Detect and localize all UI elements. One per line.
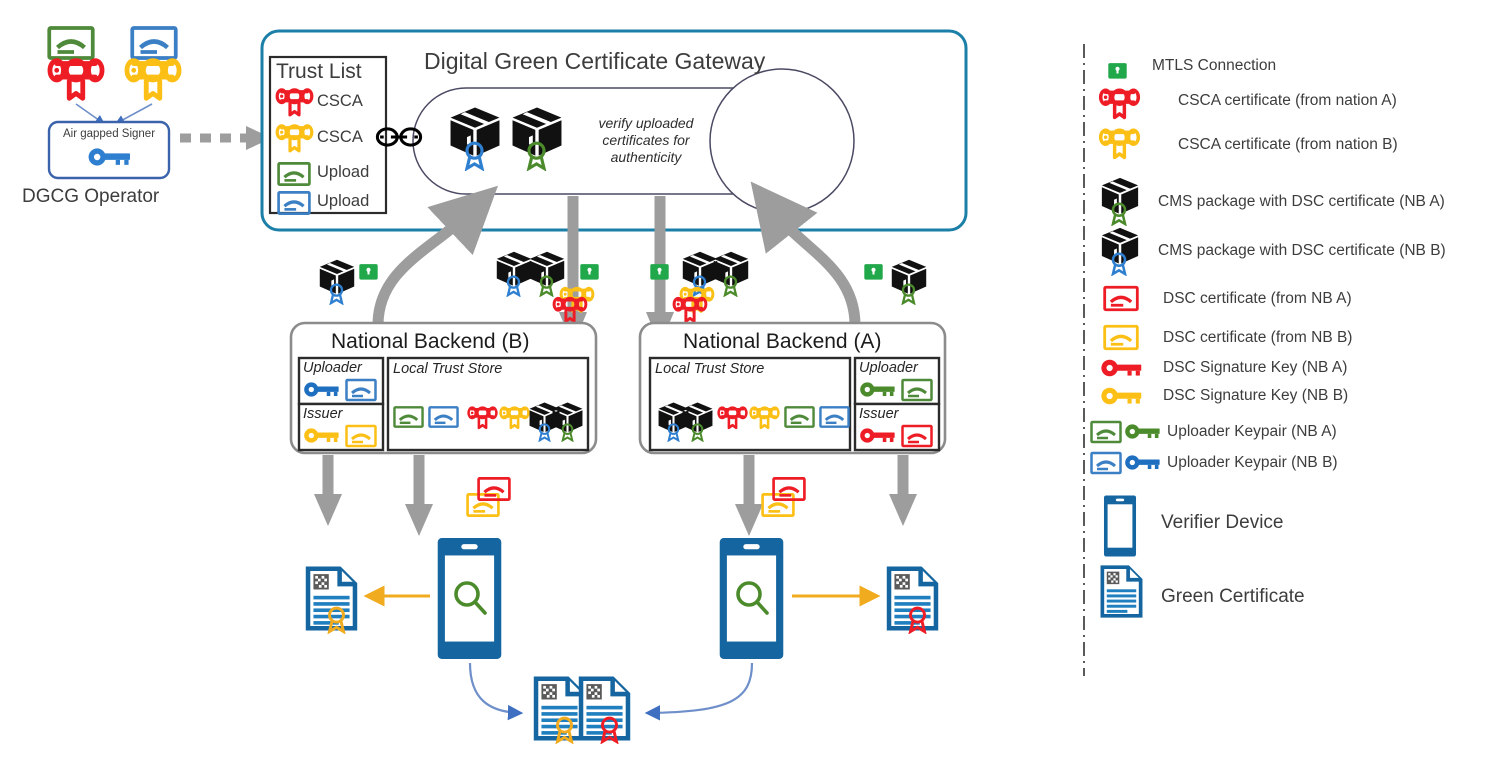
legend-icons <box>1090 55 1160 618</box>
red-dsc-certificate-icon <box>772 476 806 502</box>
trust-store-label-b: Local Trust Store <box>393 361 503 377</box>
verifier-device-icon <box>719 538 784 659</box>
red-dsc-certificate-icon <box>1103 285 1139 312</box>
verify-note-line-0: verify uploaded <box>598 115 694 131</box>
trust-list-item-1: CSCA <box>317 128 363 146</box>
yellow-dsc-certificate-icon <box>1103 324 1139 351</box>
backend-to-device-flows <box>322 455 909 510</box>
diagram-canvas: DGCG Operator Air gapped Signer Digital … <box>0 0 1505 784</box>
green-upload-certificate-icon <box>49 28 93 58</box>
legend-label-0: MTLS Connection <box>1152 57 1277 74</box>
operator-group <box>49 28 179 180</box>
air-gapped-signer-label: Air gapped Signer <box>62 128 156 140</box>
verify-note-line-1: certificates for <box>602 132 690 148</box>
red-dsc-certificate-icon <box>477 476 511 502</box>
uploader-label-a: Uploader <box>859 360 918 376</box>
cms-package-blue-seal-icon <box>496 251 532 286</box>
backend-a-title: National Backend (A) <box>683 330 882 353</box>
green-certificate-icon <box>1100 565 1143 618</box>
verify-note-line-2: authenticity <box>610 149 682 165</box>
legend-label-7: DSC Signature Key (NB A) <box>1163 359 1348 376</box>
flow-b-upload <box>372 185 499 326</box>
share-arrow-left <box>468 662 524 721</box>
cms-package-blue-seal-icon <box>1101 227 1139 264</box>
yellow-dsc-certificate-icon <box>466 492 500 518</box>
red-csca-scroll-icon <box>50 61 102 99</box>
yellow-key-icon <box>1101 387 1142 405</box>
legend-label-4: CMS package with DSC certificate (NB B) <box>1158 242 1446 259</box>
verifier-device-icon <box>1103 495 1137 557</box>
cms-package-green-seal-icon <box>713 251 749 286</box>
flow-a-upload <box>750 181 861 326</box>
yellow-csca-scroll-icon <box>1098 128 1141 160</box>
issuer-label-a: Issuer <box>859 406 899 422</box>
cms-package-green-seal-icon <box>1101 177 1139 214</box>
red-key-icon <box>1101 359 1142 377</box>
trust-store-label-a: Local Trust Store <box>655 361 765 377</box>
cms-package-blue-seal-icon <box>319 259 355 294</box>
side-certificates <box>308 569 936 633</box>
blue-upload-certificate-icon <box>1090 451 1122 475</box>
yellow-csca-scroll-icon <box>127 61 179 99</box>
cms-package-green-seal-icon <box>891 259 927 294</box>
green-padlock-icon <box>1108 55 1127 79</box>
gateway-verify-note: verify uploaded certificates for authent… <box>586 115 706 166</box>
legend-label-11: Verifier Device <box>1161 512 1284 533</box>
operator-name: DGCG Operator <box>22 186 160 207</box>
verifier-device-icon <box>437 538 502 659</box>
trust-list-item-2: Upload <box>317 163 370 181</box>
share-arrow-right <box>644 662 754 721</box>
gateway-title: Digital Green Certificate Gateway <box>424 48 766 74</box>
legend-label-10: Uploader Keypair (NB B) <box>1167 454 1338 471</box>
blue-upload-certificate-icon <box>132 28 176 58</box>
legend-label-6: DSC certificate (from NB B) <box>1163 329 1353 346</box>
cms-package-green-seal-icon <box>529 251 565 286</box>
green-upload-certificate-icon <box>1090 420 1122 444</box>
green-key-icon <box>1125 424 1160 439</box>
red-csca-scroll-icon <box>1098 88 1141 120</box>
issuer-label-b: Issuer <box>303 406 343 422</box>
backend-b-title: National Backend (B) <box>331 330 530 353</box>
yellow-dsc-certificate-icon <box>761 492 795 518</box>
signer-input-arrow-a <box>75 103 105 125</box>
trust-list-item-0: CSCA <box>317 92 363 110</box>
signer-input-arrow-b <box>114 103 153 125</box>
signer-to-gateway-arrow <box>180 126 272 150</box>
verifier-devices <box>437 538 784 659</box>
green-padlock-icon <box>359 256 378 280</box>
green-padlock-icon <box>864 256 883 280</box>
legend-label-9: Uploader Keypair (NB A) <box>1167 423 1337 440</box>
cms-package-blue-seal-icon <box>682 251 718 286</box>
legend-label-8: DSC Signature Key (NB B) <box>1163 387 1349 404</box>
legend-label-5: DSC certificate (from NB A) <box>1163 290 1352 307</box>
blue-key-icon <box>1125 455 1160 470</box>
trust-list-title: Trust List <box>276 60 362 83</box>
legend-label-3: CMS package with DSC certificate (NB A) <box>1158 193 1445 210</box>
legend-label-1: CSCA certificate (from nation A) <box>1178 92 1397 109</box>
legend-label-12: Green Certificate <box>1161 586 1305 607</box>
uploader-label-b: Uploader <box>303 360 362 376</box>
legend-label-2: CSCA certificate (from nation B) <box>1178 136 1398 153</box>
green-padlock-icon <box>580 256 599 280</box>
shared-certificates <box>536 679 628 743</box>
trust-list-item-3: Upload <box>317 192 370 210</box>
